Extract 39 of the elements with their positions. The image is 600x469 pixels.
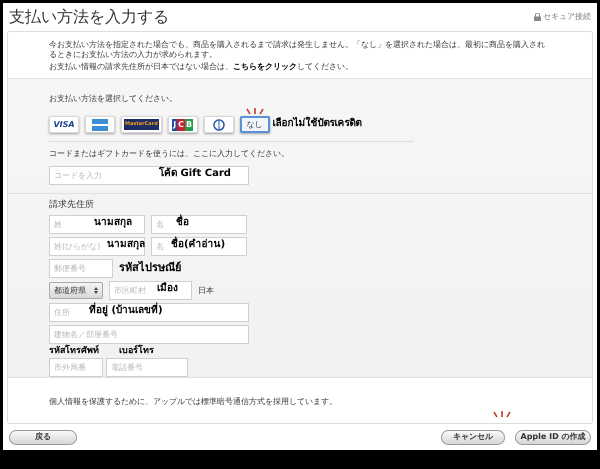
intro-text: 今お支払い方法を指定された場合でも、商品を購入されるまで請求は発生しません。「なし」を選択された場合は、最初に商品を購入されるときにお支払い方法の入力が求められます。 [49, 40, 546, 60]
annotation-text: เบอร์โทร [119, 344, 154, 358]
payment-method-label: お支払い方法を選択してください。 [49, 94, 177, 103]
security-note: 個人情報を保護するために、アップルでは標準暗号通信方式を採用しています。 [49, 397, 337, 406]
annotation-text: รหัสโทรศัพท์ [49, 344, 99, 358]
cancel-button[interactable]: キャンセル [441, 430, 505, 444]
input-field[interactable]: 建物名／部屋番号 [49, 325, 249, 344]
highlight-marks-icon [491, 411, 513, 418]
secure-connection-label: セキュア接続 [543, 11, 591, 23]
back-button[interactable]: 戻る [9, 430, 77, 444]
annotation-text: ชื่อ(คำอ่าน) [171, 238, 226, 252]
annotation-text: นามสกุล [107, 238, 145, 252]
prefecture-select[interactable]: 都道府県 [49, 282, 103, 299]
intro-text: してください。 [297, 62, 353, 71]
annotation-text: ชื่อ [176, 216, 189, 230]
billing-address-heading: 請求先住所 [49, 199, 94, 212]
annotation-text: เมือง [157, 282, 178, 296]
create-apple-id-button[interactable]: Apple ID の作成 [515, 430, 591, 444]
input-field[interactable]: 市外局番 [49, 358, 103, 377]
country-label: 日本 [198, 284, 214, 296]
card-option[interactable]: VISA [49, 116, 79, 133]
annotation-text: โค้ด Gift Card [159, 167, 231, 181]
no-card-option[interactable]: なし [240, 116, 270, 133]
card-option[interactable] [204, 116, 234, 133]
select-arrows-icon [94, 287, 98, 294]
lock-icon [534, 13, 541, 21]
intro-text: お支払い情報の請求先住所が日本ではない場合は、 [49, 62, 233, 71]
input-field[interactable]: 郵便番号 [49, 259, 113, 278]
highlight-marks-icon [244, 108, 266, 115]
annotation-text: รหัสไปรษณีย์ [119, 260, 181, 276]
page-title: 支払い方法を入力する [9, 6, 169, 28]
card-option[interactable]: JCB [168, 116, 198, 133]
card-option[interactable] [85, 116, 115, 133]
gift-code-label: コードまたはギフトカードを使うには、ここに入力してください。 [49, 148, 290, 160]
annotation-text: ที่อยู่ (บ้านเลขที่) [89, 304, 163, 318]
annotation-text: เลือกไม่ใช้บัตรเครดิต [272, 116, 362, 131]
input-field[interactable]: 電話番号 [106, 358, 188, 377]
annotation-text: นามสกุล [94, 216, 132, 230]
click-here-link[interactable]: こちらをクリック [233, 62, 297, 71]
